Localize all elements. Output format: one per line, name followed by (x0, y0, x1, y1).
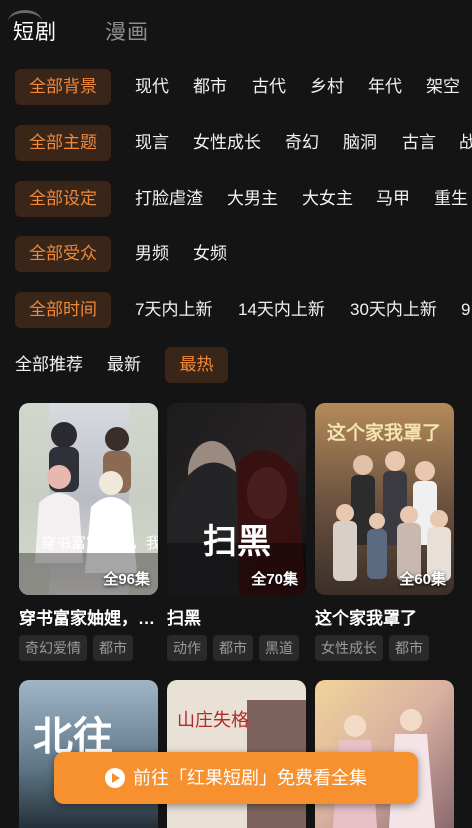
poster-image[interactable]: 穿书富家妯娌，我和闺蜜齐上阵3 全96集 (19, 403, 158, 595)
drama-title[interactable]: 这个家我罩了 (315, 607, 454, 631)
genre-tag[interactable]: 女性成长 (315, 635, 383, 661)
filter-option[interactable]: 战 (459, 125, 472, 161)
genre-tag[interactable]: 动作 (167, 635, 207, 661)
genre-tag[interactable]: 都市 (389, 635, 429, 661)
filter-option[interactable]: 马甲 (376, 181, 410, 217)
filter-option[interactable]: 打脸虐渣 (135, 181, 203, 217)
filter-option[interactable]: 脑洞 (343, 125, 377, 161)
poster-title-art: 山庄失格 (177, 710, 249, 731)
open-app-cta-button[interactable]: 前往「红果短剧」免费看全集 (54, 752, 418, 804)
poster-image[interactable]: 扫黑 全70集 (167, 403, 306, 595)
filter-option[interactable]: 现言 (135, 125, 169, 161)
filter-option[interactable]: 都市 (193, 69, 227, 105)
poster-art: 扫黑 (167, 403, 306, 595)
filter-option[interactable]: 男频 (135, 236, 169, 272)
genre-tag[interactable]: 奇幻爱情 (19, 635, 87, 661)
filter-option[interactable]: 9 (461, 292, 470, 328)
filter-all-setting[interactable]: 全部设定 (15, 181, 111, 217)
top-nav: 短剧 漫画 (0, 0, 472, 62)
poster-art: 这个家我罩了 (315, 403, 454, 595)
filter-all-background[interactable]: 全部背景 (15, 69, 111, 105)
filter-all-audience[interactable]: 全部受众 (15, 236, 111, 272)
filter-option[interactable]: 现代 (135, 69, 169, 105)
filter-option[interactable]: 女频 (193, 236, 227, 272)
filter-row-theme: 全部主题 现言 女性成长 奇幻 脑洞 古言 战 (0, 125, 472, 161)
filter-all-theme[interactable]: 全部主题 (15, 125, 111, 161)
poster-art: 穿书富家妯娌，我和闺蜜齐上阵3 (19, 403, 158, 595)
genre-tag[interactable]: 黑道 (259, 635, 299, 661)
tab-short-drama[interactable]: 短剧 (13, 18, 57, 48)
filter-option[interactable]: 30天内上新 (350, 292, 437, 328)
tag-list: 奇幻爱情 都市 (19, 635, 139, 661)
filter-option[interactable]: 年代 (368, 69, 402, 105)
filter-row-background: 全部背景 现代 都市 古代 乡村 年代 架空 (0, 69, 472, 105)
genre-tag[interactable]: 都市 (93, 635, 133, 661)
filter-option[interactable]: 重生 (434, 181, 468, 217)
filter-option[interactable]: 大男主 (227, 181, 278, 217)
filter-option[interactable]: 14天内上新 (238, 292, 325, 328)
filter-row-setting: 全部设定 打脸虐渣 大男主 大女主 马甲 重生 (0, 181, 472, 217)
poster-title-art: 扫黑 (203, 522, 271, 562)
drama-title[interactable]: 穿书富家妯娌，我和闺蜜齐上阵3 (19, 607, 158, 631)
cta-label: 前往「红果短剧」免费看全集 (133, 768, 367, 788)
filter-all-time[interactable]: 全部时间 (15, 292, 111, 328)
tag-list: 动作 都市 黑道 (167, 635, 305, 661)
episode-count: 全70集 (251, 571, 298, 588)
sort-row: 全部推荐 最新 最热 (0, 347, 472, 383)
sort-hottest[interactable]: 最热 (165, 347, 228, 383)
filter-option[interactable]: 奇幻 (285, 125, 319, 161)
poster-title-art: 穿书富家妯娌，我和闺蜜齐上阵3 (41, 534, 158, 552)
filter-option[interactable]: 大女主 (302, 181, 353, 217)
play-icon (105, 768, 125, 788)
tag-list: 女性成长 都市 (315, 635, 435, 661)
filter-option[interactable]: 乡村 (310, 69, 344, 105)
genre-tag[interactable]: 都市 (213, 635, 253, 661)
filter-option[interactable]: 7天内上新 (135, 292, 212, 328)
tab-comics[interactable]: 漫画 (105, 18, 149, 48)
filter-option[interactable]: 女性成长 (193, 125, 261, 161)
filter-option[interactable]: 架空 (426, 69, 460, 105)
filter-row-audience: 全部受众 男频 女频 (0, 236, 472, 272)
sort-newest[interactable]: 最新 (107, 347, 141, 383)
filter-option[interactable]: 古言 (402, 125, 436, 161)
poster-image[interactable]: 这个家我罩了 全60集 (315, 403, 454, 595)
poster-title-art: 这个家我罩了 (327, 421, 441, 444)
episode-count: 全96集 (103, 571, 150, 588)
drama-title[interactable]: 扫黑 (167, 607, 306, 631)
filter-option[interactable]: 古代 (252, 69, 286, 105)
filter-row-time: 全部时间 7天内上新 14天内上新 30天内上新 9 (0, 292, 472, 328)
sort-recommended[interactable]: 全部推荐 (15, 347, 83, 383)
episode-count: 全60集 (399, 571, 446, 588)
